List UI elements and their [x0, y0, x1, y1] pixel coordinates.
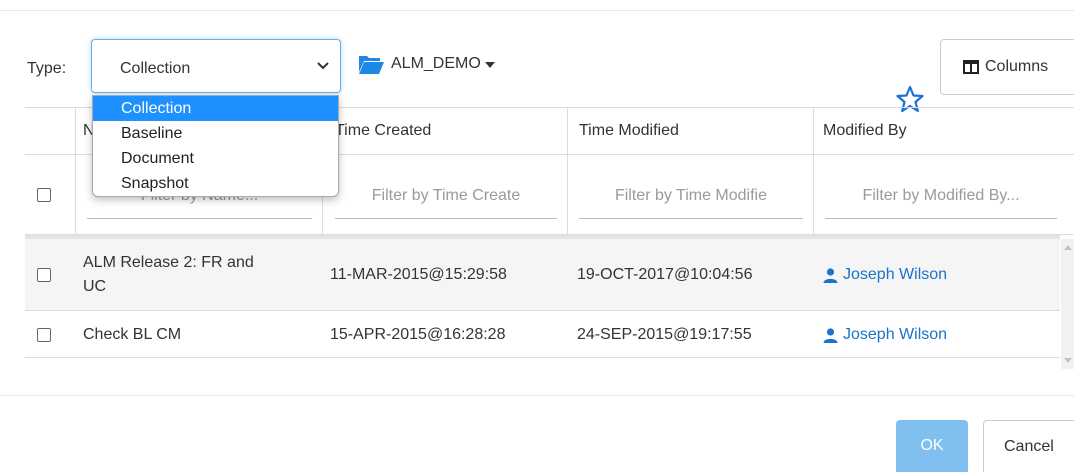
user-icon	[823, 267, 838, 283]
repository-name: ALM_DEMO	[391, 55, 481, 72]
row-name: ALM Release 2: FR and UC	[83, 251, 254, 299]
row-time-created: 15-APR-2015@16:28:28	[330, 326, 506, 343]
row-time-created: 11-MAR-2015@15:29:58	[330, 266, 507, 283]
table-row[interactable]: Check BL CM 15-APR-2015@16:28:28 24-SEP-…	[25, 311, 1060, 358]
vertical-scrollbar[interactable]	[1061, 239, 1074, 369]
select-all-checkbox[interactable]	[37, 188, 51, 202]
type-select-value: Collection	[120, 60, 191, 77]
user-icon	[823, 327, 838, 343]
row-time-modified: 19-OCT-2017@10:04:56	[577, 266, 753, 283]
row-modified-by-link[interactable]: Joseph Wilson	[823, 266, 947, 284]
columns-button[interactable]: Columns	[940, 39, 1074, 95]
table-row[interactable]: ALM Release 2: FR and UC 11-MAR-2015@15:…	[25, 239, 1060, 311]
type-dropdown-list: Collection Baseline Document Snapshot	[92, 95, 339, 197]
type-option-document[interactable]: Document	[93, 146, 338, 171]
type-label: Type:	[27, 60, 67, 77]
header-time-created[interactable]: Time Created	[335, 122, 431, 140]
row-name-line: UC	[83, 278, 107, 295]
type-option-collection[interactable]: Collection	[93, 96, 338, 121]
row-name-line: ALM Release 2: FR and	[83, 254, 254, 271]
ok-button[interactable]: OK	[896, 420, 968, 472]
filter-time-modified-input[interactable]	[579, 173, 803, 219]
header-time-modified[interactable]: Time Modified	[579, 122, 679, 140]
type-option-baseline[interactable]: Baseline	[93, 121, 338, 146]
filter-modified-by-input[interactable]	[825, 173, 1057, 219]
repository-selector[interactable]: ALM_DEMO	[358, 52, 495, 76]
caret-down-icon	[484, 62, 495, 68]
type-option-snapshot[interactable]: Snapshot	[93, 171, 338, 196]
columns-icon	[963, 60, 979, 74]
row-modified-by-link[interactable]: Joseph Wilson	[823, 326, 947, 344]
chevron-down-icon	[317, 62, 329, 70]
columns-label: Columns	[985, 58, 1049, 75]
filter-time-created-input[interactable]	[335, 173, 557, 219]
header-modified-by[interactable]: Modified By	[823, 122, 907, 140]
row-modified-by-name: Joseph Wilson	[843, 326, 948, 343]
footer-divider	[0, 395, 1074, 396]
row-checkbox[interactable]	[37, 268, 51, 282]
row-name: Check BL CM	[83, 326, 182, 343]
row-time-modified: 24-SEP-2015@19:17:55	[577, 326, 752, 343]
row-checkbox[interactable]	[37, 328, 51, 342]
folder-open-icon	[359, 55, 384, 74]
cancel-button[interactable]: Cancel	[983, 420, 1074, 472]
row-modified-by-name: Joseph Wilson	[843, 266, 948, 283]
scroll-down-icon[interactable]	[1064, 358, 1072, 363]
scroll-up-icon[interactable]	[1064, 245, 1072, 250]
type-select[interactable]: Collection	[91, 39, 341, 93]
top-divider	[0, 10, 1074, 11]
